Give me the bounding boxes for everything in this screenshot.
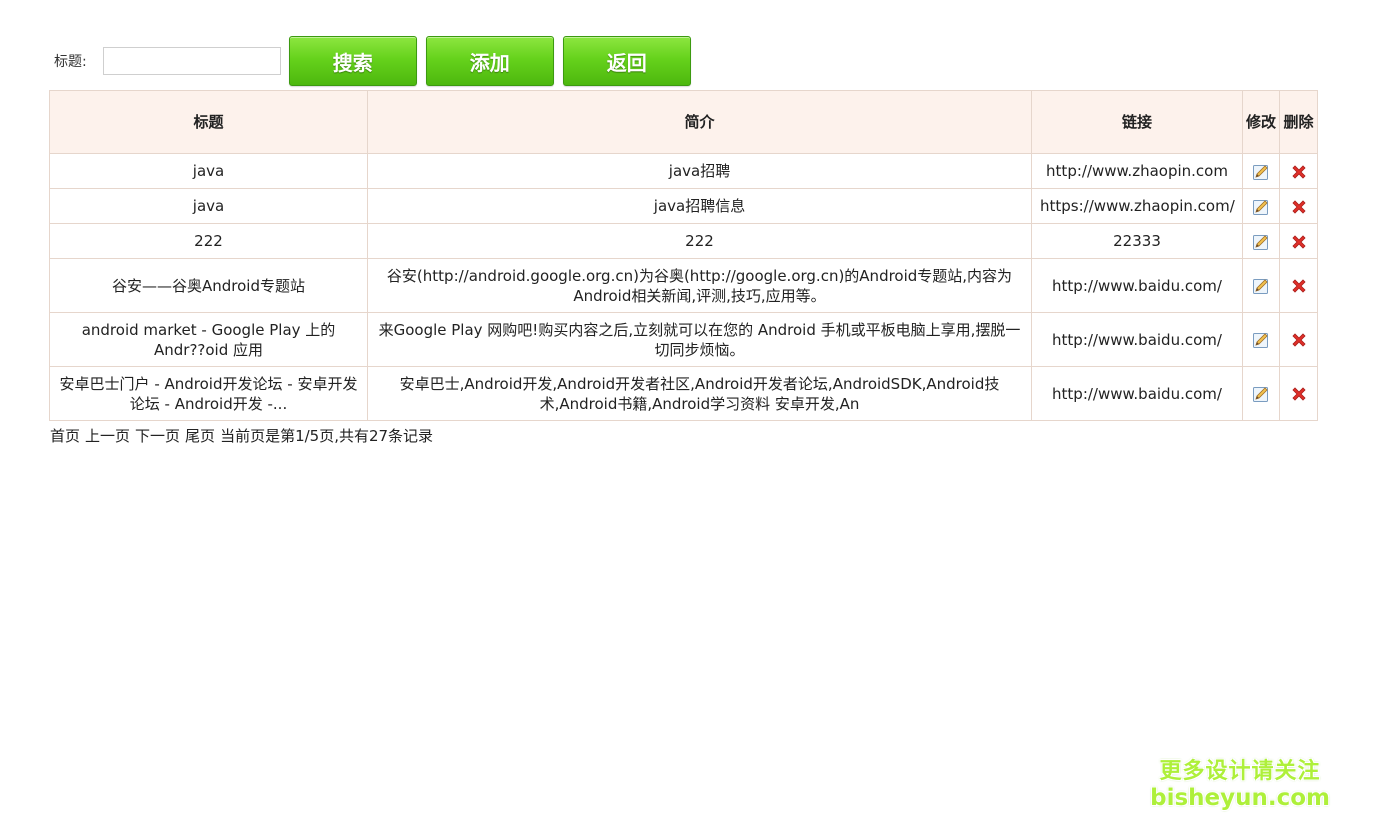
- table-row: 谷安——谷奥Android专题站 谷安(http://android.googl…: [49, 258, 1318, 313]
- cell-title: android market - Google Play 上的 Andr??oi…: [49, 312, 368, 367]
- table-row: java java招聘 http://www.zhaopin.com: [49, 153, 1318, 189]
- cell-summary: java招聘: [367, 153, 1032, 189]
- edit-icon[interactable]: [1252, 233, 1270, 251]
- cell-link: https://www.zhaopin.com/: [1031, 188, 1243, 224]
- last-page-link[interactable]: 尾页: [185, 427, 215, 445]
- edit-cell: [1242, 258, 1280, 313]
- delete-icon[interactable]: [1290, 385, 1308, 403]
- cell-link: http://www.baidu.com/: [1031, 312, 1243, 367]
- cell-summary: java招聘信息: [367, 188, 1032, 224]
- edit-cell: [1242, 366, 1280, 421]
- table-header-row: 标题 简介 链接 修改 删除: [49, 90, 1318, 154]
- edit-cell: [1242, 188, 1280, 224]
- search-label: 标题:: [54, 54, 87, 70]
- search-input[interactable]: [102, 47, 281, 75]
- cell-link: http://www.zhaopin.com: [1031, 153, 1243, 189]
- first-page-link[interactable]: 首页: [50, 427, 80, 445]
- watermark: 更多设计请关注 bisheyun.com: [1150, 758, 1330, 812]
- delete-cell: [1279, 153, 1318, 189]
- edit-cell: [1242, 223, 1280, 259]
- edit-cell: [1242, 153, 1280, 189]
- edit-cell: [1242, 312, 1280, 367]
- cell-title: 222: [49, 223, 368, 259]
- delete-cell: [1279, 258, 1318, 313]
- header-summary: 简介: [367, 90, 1032, 154]
- delete-icon[interactable]: [1290, 198, 1308, 216]
- table-row: java java招聘信息 https://www.zhaopin.com/: [49, 188, 1318, 224]
- header-title: 标题: [49, 90, 368, 154]
- table-row: 安卓巴士门户 - Android开发论坛 - 安卓开发论坛 - Android开…: [49, 366, 1318, 421]
- pagination: 首页 上一页 下一页 尾页 当前页是第1/5页,共有27条记录: [50, 425, 433, 446]
- search-bar: 标题: 搜索 添加 返回: [50, 35, 700, 87]
- edit-icon[interactable]: [1252, 331, 1270, 349]
- search-button[interactable]: 搜索: [288, 36, 417, 86]
- delete-icon[interactable]: [1290, 277, 1308, 295]
- page-status: 当前页是第1/5页,共有27条记录: [220, 427, 434, 445]
- cell-link: http://www.baidu.com/: [1031, 258, 1243, 313]
- next-page-link[interactable]: 下一页: [135, 427, 180, 445]
- add-button[interactable]: 添加: [425, 36, 554, 86]
- cell-title: 谷安——谷奥Android专题站: [49, 258, 368, 313]
- edit-icon[interactable]: [1252, 163, 1270, 181]
- watermark-line2: bisheyun.com: [1150, 785, 1330, 811]
- delete-cell: [1279, 366, 1318, 421]
- back-button[interactable]: 返回: [562, 36, 691, 86]
- table-row: 222 222 22333: [49, 223, 1318, 259]
- header-link: 链接: [1031, 90, 1243, 154]
- edit-icon[interactable]: [1252, 198, 1270, 216]
- delete-cell: [1279, 188, 1318, 224]
- cell-title: java: [49, 153, 368, 189]
- edit-icon[interactable]: [1252, 385, 1270, 403]
- prev-page-link[interactable]: 上一页: [85, 427, 130, 445]
- table-row: android market - Google Play 上的 Andr??oi…: [49, 312, 1318, 367]
- cell-link: 22333: [1031, 223, 1243, 259]
- data-table: 标题 简介 链接 修改 删除 java java招聘 http://www.zh…: [49, 90, 1318, 421]
- cell-link: http://www.baidu.com/: [1031, 366, 1243, 421]
- delete-icon[interactable]: [1290, 233, 1308, 251]
- watermark-line1: 更多设计请关注: [1159, 759, 1321, 784]
- header-edit: 修改: [1242, 90, 1280, 154]
- delete-icon[interactable]: [1290, 163, 1308, 181]
- delete-icon[interactable]: [1290, 331, 1308, 349]
- page: 标题: 搜索 添加 返回 标题 简介 链接 修改 删除 java java招聘: [0, 0, 1400, 835]
- cell-summary: 安卓巴士,Android开发,Android开发者社区,Android开发者论坛…: [367, 366, 1032, 421]
- cell-summary: 谷安(http://android.google.org.cn)为谷奥(http…: [367, 258, 1032, 313]
- cell-title: 安卓巴士门户 - Android开发论坛 - 安卓开发论坛 - Android开…: [49, 366, 368, 421]
- header-delete: 删除: [1279, 90, 1318, 154]
- cell-summary: 来Google Play 网购吧!购买内容之后,立刻就可以在您的 Android…: [367, 312, 1032, 367]
- delete-cell: [1279, 223, 1318, 259]
- edit-icon[interactable]: [1252, 277, 1270, 295]
- cell-summary: 222: [367, 223, 1032, 259]
- delete-cell: [1279, 312, 1318, 367]
- cell-title: java: [49, 188, 368, 224]
